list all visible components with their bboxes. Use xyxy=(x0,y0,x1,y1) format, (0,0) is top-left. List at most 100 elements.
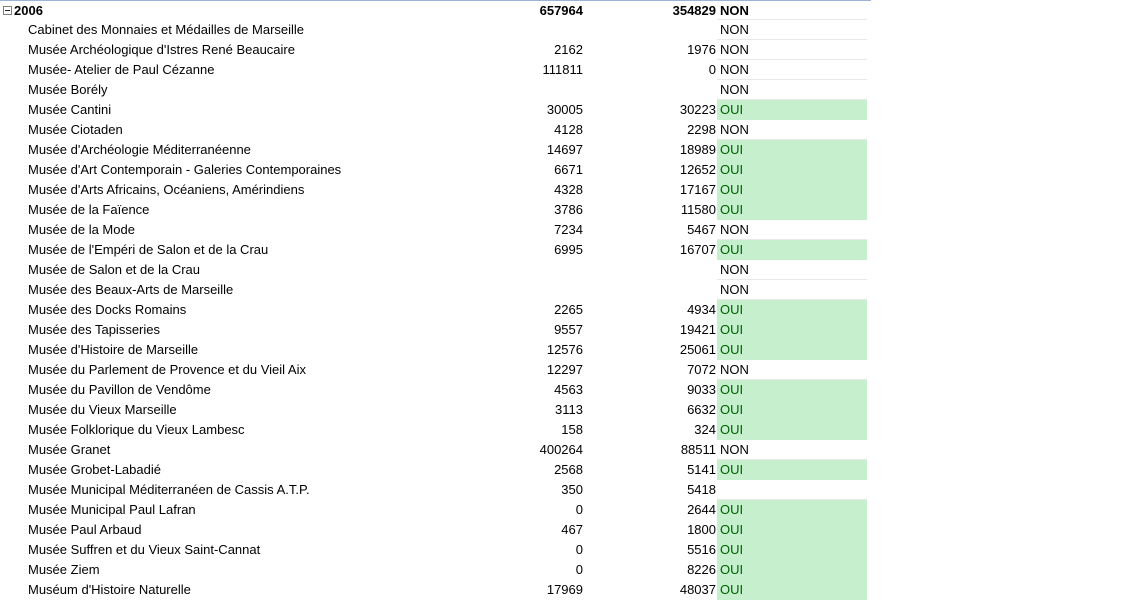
flag-cell[interactable]: OUI xyxy=(717,400,867,420)
table-row[interactable]: Musée Borély NON xyxy=(0,80,871,100)
value1-cell[interactable]: 4563 xyxy=(500,380,583,400)
flag-cell[interactable]: OUI xyxy=(717,520,867,540)
flag-cell[interactable]: OUI xyxy=(717,560,867,580)
flag-cell[interactable]: OUI xyxy=(717,300,867,320)
value2-cell[interactable]: 5516 xyxy=(600,540,716,560)
table-row[interactable]: Musée de Salon et de la Crau NON xyxy=(0,260,871,280)
museum-name-cell[interactable]: Cabinet des Monnaies et Médailles de Mar… xyxy=(28,20,488,40)
value1-cell[interactable]: 6671 xyxy=(500,160,583,180)
flag-cell[interactable]: OUI xyxy=(717,320,867,340)
value1-cell[interactable]: 350 xyxy=(500,480,583,500)
value1-cell[interactable]: 3786 xyxy=(500,200,583,220)
value2-cell[interactable]: 11580 xyxy=(600,200,716,220)
value1-cell[interactable]: 400264 xyxy=(500,440,583,460)
value1-cell[interactable]: 467 xyxy=(500,520,583,540)
museum-name-cell[interactable]: Musée Archéologique d'Istres René Beauca… xyxy=(28,40,488,60)
value2-cell[interactable]: 0 xyxy=(600,60,716,80)
value1-cell[interactable]: 0 xyxy=(500,560,583,580)
museum-name-cell[interactable]: Musée de Salon et de la Crau xyxy=(28,260,488,280)
value2-cell[interactable]: 25061 xyxy=(600,340,716,360)
flag-cell[interactable]: OUI xyxy=(717,200,867,220)
museum-name-cell[interactable]: Musée Folklorique du Vieux Lambesc xyxy=(28,420,488,440)
table-row[interactable]: Musée du Vieux Marseille 3113 6632 OUI xyxy=(0,400,871,420)
table-row[interactable]: Musée Municipal Paul Lafran 0 2644 OUI xyxy=(0,500,871,520)
value2-cell[interactable]: 2644 xyxy=(600,500,716,520)
museum-name-cell[interactable]: Musée d'Art Contemporain - Galeries Cont… xyxy=(28,160,488,180)
table-row[interactable]: Musée Municipal Méditerranéen de Cassis … xyxy=(0,480,871,500)
flag-cell[interactable]: OUI xyxy=(717,500,867,520)
flag-cell[interactable]: OUI xyxy=(717,100,867,120)
table-row[interactable]: Musée Ciotaden 4128 2298 NON xyxy=(0,120,871,140)
value2-cell[interactable]: 19421 xyxy=(600,320,716,340)
table-row[interactable]: Musée d'Histoire de Marseille 12576 25061 O… xyxy=(0,340,871,360)
table-row[interactable]: Musée d'Arts Africains, Océaniens, Améri… xyxy=(0,180,871,200)
museum-name-cell[interactable]: Musée du Parlement de Provence et du Vie… xyxy=(28,360,488,380)
museum-name-cell[interactable]: Musée Municipal Méditerranéen de Cassis … xyxy=(28,480,488,500)
table-row[interactable]: Musée Ziem 0 8226 OUI xyxy=(0,560,871,580)
value1-cell[interactable]: 7234 xyxy=(500,220,583,240)
museum-name-cell[interactable]: Musée Granet xyxy=(28,440,488,460)
museum-name-cell[interactable]: Musée d'Histoire de Marseille xyxy=(28,340,488,360)
table-row[interactable]: Musée Archéologique d'Istres René Beauca… xyxy=(0,40,871,60)
value2-cell[interactable]: 17167 xyxy=(600,180,716,200)
value1-cell[interactable]: 2568 xyxy=(500,460,583,480)
value1-cell[interactable]: 158 xyxy=(500,420,583,440)
value2-cell[interactable]: 1800 xyxy=(600,520,716,540)
museum-name-cell[interactable]: Musée du Vieux Marseille xyxy=(28,400,488,420)
flag-cell[interactable]: OUI xyxy=(717,580,867,600)
value1-cell[interactable]: 2265 xyxy=(500,300,583,320)
table-row[interactable]: Musée du Parlement de Provence et du Vie… xyxy=(0,360,871,380)
museum-name-cell[interactable]: Musée de la Mode xyxy=(28,220,488,240)
value2-cell[interactable]: 4934 xyxy=(600,300,716,320)
year-group-row[interactable]: 2006 657964 354829 NON xyxy=(0,0,871,20)
flag-cell[interactable]: NON xyxy=(717,280,867,300)
museum-name-cell[interactable]: Musée- Atelier de Paul Cézanne xyxy=(28,60,488,80)
value1-cell[interactable]: 3113 xyxy=(500,400,583,420)
value2-cell[interactable]: 5467 xyxy=(600,220,716,240)
flag-cell[interactable]: NON xyxy=(717,220,867,240)
museum-name-cell[interactable]: Musée d'Arts Africains, Océaniens, Améri… xyxy=(28,180,488,200)
value1-cell[interactable]: 2162 xyxy=(500,40,583,60)
table-row[interactable]: Musée Paul Arbaud 467 1800 OUI xyxy=(0,520,871,540)
museum-name-cell[interactable]: Musée du Pavillon de Vendôme xyxy=(28,380,488,400)
value2-cell[interactable]: 6632 xyxy=(600,400,716,420)
value2-cell[interactable]: 12652 xyxy=(600,160,716,180)
table-row[interactable]: Musée des Tapisseries 9557 19421 OUI xyxy=(0,320,871,340)
value2-cell[interactable]: 324 xyxy=(600,420,716,440)
flag-cell[interactable]: OUI xyxy=(717,180,867,200)
value1-cell[interactable]: 4328 xyxy=(500,180,583,200)
table-row[interactable]: Musée de la Mode 7234 5467 NON xyxy=(0,220,871,240)
table-row[interactable]: Musée de l'Empéri de Salon et de la Crau… xyxy=(0,240,871,260)
value1-cell[interactable]: 12297 xyxy=(500,360,583,380)
year-label[interactable]: 2006 xyxy=(14,1,474,20)
flag-cell[interactable] xyxy=(717,480,867,500)
flag-cell[interactable]: NON xyxy=(717,60,867,80)
collapse-minus-icon[interactable] xyxy=(3,6,12,15)
museum-name-cell[interactable]: Musée Grobet-Labadié xyxy=(28,460,488,480)
museum-name-cell[interactable]: Musée Ziem xyxy=(28,560,488,580)
flag-cell[interactable]: NON xyxy=(717,260,867,280)
year-flag[interactable]: NON xyxy=(717,1,867,20)
museum-name-cell[interactable]: Muséum d'Histoire Naturelle xyxy=(28,580,488,600)
value2-cell[interactable]: 9033 xyxy=(600,380,716,400)
value1-cell[interactable]: 14697 xyxy=(500,140,583,160)
museum-name-cell[interactable]: Musée Suffren et du Vieux Saint-Cannat xyxy=(28,540,488,560)
table-row[interactable]: Musée du Pavillon de Vendôme 4563 9033 OUI xyxy=(0,380,871,400)
value1-cell[interactable]: 12576 xyxy=(500,340,583,360)
museum-name-cell[interactable]: Musée des Beaux-Arts de Marseille xyxy=(28,280,488,300)
value2-cell[interactable]: 30223 xyxy=(600,100,716,120)
value1-cell[interactable]: 4128 xyxy=(500,120,583,140)
flag-cell[interactable]: OUI xyxy=(717,460,867,480)
flag-cell[interactable]: OUI xyxy=(717,240,867,260)
value2-cell[interactable]: 1976 xyxy=(600,40,716,60)
museum-name-cell[interactable]: Musée Ciotaden xyxy=(28,120,488,140)
museum-name-cell[interactable]: Musée de la Faïence xyxy=(28,200,488,220)
table-row[interactable]: Cabinet des Monnaies et Médailles de Mar… xyxy=(0,20,871,40)
table-row[interactable]: Musée Grobet-Labadié 2568 5141 OUI xyxy=(0,460,871,480)
museum-name-cell[interactable]: Musée Municipal Paul Lafran xyxy=(28,500,488,520)
table-row[interactable]: Musée de la Faïence 3786 11580 OUI xyxy=(0,200,871,220)
museum-name-cell[interactable]: Musée de l'Empéri de Salon et de la Crau xyxy=(28,240,488,260)
table-row[interactable]: Muséum d'Histoire Naturelle 17969 48037 OUI xyxy=(0,580,871,600)
value1-cell[interactable]: 111811 xyxy=(500,60,584,80)
value1-cell[interactable]: 0 xyxy=(500,540,583,560)
